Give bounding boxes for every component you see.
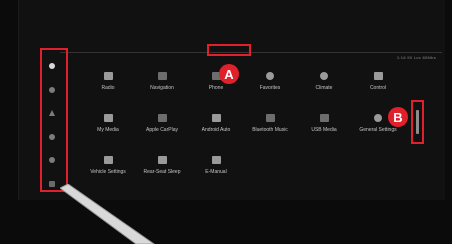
car-icon xyxy=(103,156,113,164)
app-grid: Radio Navigation Phone Favorites Climate… xyxy=(82,66,402,188)
book-icon xyxy=(211,156,221,164)
highlight-box-sidebar xyxy=(40,48,68,192)
app-tile-radio[interactable]: Radio xyxy=(82,66,134,104)
app-tile-climate[interactable]: Climate xyxy=(298,66,350,104)
usb-icon xyxy=(319,114,329,122)
app-tile-control[interactable]: Control xyxy=(352,66,404,104)
app-label: Android Auto xyxy=(201,127,231,133)
marker-a: A xyxy=(219,64,239,84)
app-label: Rear-Seat Sleep xyxy=(143,169,181,175)
app-label: Control xyxy=(369,85,387,91)
status-bar-divider xyxy=(60,52,442,53)
highlight-box-a xyxy=(207,44,251,56)
app-tile-usb-media[interactable]: USB Media xyxy=(298,108,350,146)
app-tile-bluetooth-music[interactable]: Bluetooth Music xyxy=(244,108,296,146)
app-label: My Media xyxy=(97,127,119,133)
app-tile-apple-carplay[interactable]: Apple CarPlay xyxy=(136,108,188,146)
marker-b: B xyxy=(388,107,408,127)
highlight-box-b xyxy=(411,100,424,144)
navigation-icon xyxy=(157,72,167,80)
app-tile-favorites[interactable]: Favorites xyxy=(244,66,296,104)
fan-icon xyxy=(320,72,328,80)
control-icon xyxy=(373,72,383,80)
media-icon xyxy=(103,114,113,122)
radio-icon xyxy=(103,72,113,80)
callout-pointer xyxy=(60,184,155,244)
app-label: USB Media xyxy=(311,127,337,133)
star-icon xyxy=(266,72,274,80)
app-tile-vehicle-settings[interactable]: Vehicle Settings xyxy=(82,150,134,188)
android-auto-icon xyxy=(211,114,221,122)
app-label: Climate xyxy=(315,85,333,91)
gear-icon xyxy=(374,114,382,122)
app-label: Phone xyxy=(208,85,224,91)
app-label: Favorites xyxy=(259,85,281,91)
status-bar-text: 1:16 90 Loc 80Mbs xyxy=(396,55,436,60)
carplay-icon xyxy=(157,114,167,122)
app-label: E-Manual xyxy=(205,169,227,175)
app-label: Navigation xyxy=(150,85,174,91)
app-tile-android-auto[interactable]: Android Auto xyxy=(190,108,242,146)
app-tile-e-manual[interactable]: E-Manual xyxy=(190,150,242,188)
app-tile-rear-seat-sleep[interactable]: Rear-Seat Sleep xyxy=(136,150,188,188)
app-label: Radio xyxy=(101,85,115,91)
app-tile-my-media[interactable]: My Media xyxy=(82,108,134,146)
app-tile-navigation[interactable]: Navigation xyxy=(136,66,188,104)
app-label: General Settings xyxy=(359,127,397,133)
seat-icon xyxy=(157,156,167,164)
bluetooth-icon xyxy=(265,114,275,122)
app-label: Vehicle Settings xyxy=(90,169,126,175)
app-label: Bluetooth Music xyxy=(252,127,288,133)
app-label: Apple CarPlay xyxy=(146,127,178,133)
